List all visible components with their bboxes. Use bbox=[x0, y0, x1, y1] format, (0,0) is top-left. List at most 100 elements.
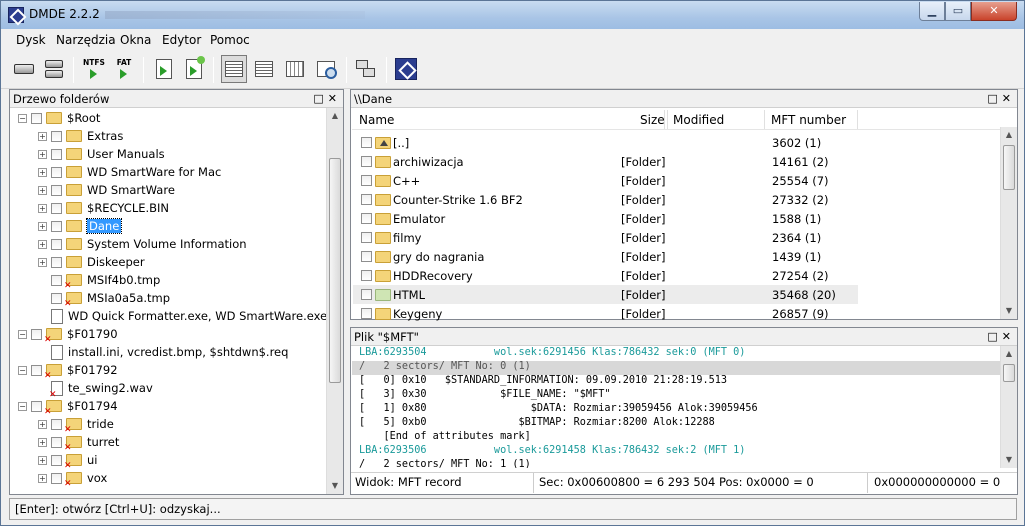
tree-item[interactable]: − $F01790 bbox=[18, 325, 118, 345]
ntfs-button[interactable]: NTFS bbox=[80, 55, 108, 83]
expand-icon[interactable]: + bbox=[38, 221, 47, 231]
list-item[interactable]: C++ [Folder] 25554 (7) bbox=[353, 171, 858, 190]
panel-controls[interactable]: □✕ bbox=[313, 92, 341, 105]
open-volume-button[interactable] bbox=[41, 55, 67, 83]
tree-item[interactable]: install.ini, vcredist.bmp, $shtdwn$.req bbox=[38, 343, 288, 361]
tree-item[interactable]: + WD SmartWare for Mac bbox=[38, 163, 221, 181]
tree-item[interactable]: + Diskeeper bbox=[38, 253, 145, 271]
copy-sectors-button[interactable] bbox=[353, 55, 379, 83]
close-button[interactable]: ✕ bbox=[971, 2, 1017, 21]
list-item[interactable]: Counter-Strike 1.6 BF2 [Folder] 27332 (2) bbox=[353, 190, 858, 209]
list-checkbox[interactable] bbox=[361, 308, 372, 319]
view-tree-button[interactable] bbox=[221, 55, 247, 83]
scroll-up-icon[interactable]: ▲ bbox=[1001, 127, 1017, 143]
tree-item[interactable]: + vox bbox=[38, 469, 107, 489]
open-file-button[interactable] bbox=[151, 55, 177, 83]
expand-icon[interactable]: + bbox=[38, 455, 47, 465]
view-list-button[interactable] bbox=[251, 55, 277, 83]
search-button[interactable] bbox=[313, 55, 339, 83]
scroll-up-icon[interactable]: ▲ bbox=[327, 108, 343, 124]
tree-checkbox[interactable] bbox=[31, 328, 42, 340]
expand-icon[interactable]: + bbox=[38, 185, 47, 195]
list-item[interactable]: [..] 3602 (1) bbox=[353, 133, 858, 152]
tree-item[interactable]: + ui bbox=[38, 451, 97, 471]
tree-item[interactable]: + Dane bbox=[38, 217, 123, 235]
collapse-icon[interactable]: − bbox=[18, 329, 27, 339]
tree-item[interactable]: te_swing2.wav bbox=[38, 379, 153, 400]
list-item[interactable]: archiwizacja [Folder] 14161 (2) bbox=[353, 152, 858, 171]
tree-checkbox[interactable] bbox=[31, 400, 42, 412]
collapse-icon[interactable]: − bbox=[18, 113, 27, 123]
tree-checkbox[interactable] bbox=[51, 184, 62, 196]
list-item[interactable]: Keygeny [Folder] 26857 (9) bbox=[353, 304, 858, 323]
tree-item[interactable]: MSIa0a5a.tmp bbox=[38, 289, 170, 309]
menu-pomoc[interactable]: Pomoc bbox=[210, 33, 250, 47]
tree-item[interactable]: + Extras bbox=[38, 127, 123, 145]
expand-icon[interactable]: + bbox=[38, 473, 47, 483]
tree-checkbox[interactable] bbox=[51, 472, 62, 484]
scroll-down-icon[interactable]: ▼ bbox=[1001, 303, 1017, 319]
scroll-up-icon[interactable]: ▲ bbox=[1001, 346, 1017, 362]
list-item[interactable]: Emulator [Folder] 1588 (1) bbox=[353, 209, 858, 228]
expand-icon[interactable]: + bbox=[38, 437, 47, 447]
minimize-button[interactable]: ▁ bbox=[919, 2, 945, 21]
expand-icon[interactable]: + bbox=[38, 419, 47, 429]
tree-checkbox[interactable] bbox=[51, 148, 62, 160]
tree-item[interactable]: + User Manuals bbox=[38, 145, 165, 163]
menu-okna[interactable]: Okna bbox=[120, 33, 151, 47]
list-checkbox[interactable] bbox=[361, 175, 372, 186]
list-checkbox[interactable] bbox=[361, 251, 372, 262]
list-checkbox[interactable] bbox=[361, 137, 372, 148]
list-checkbox[interactable] bbox=[361, 289, 372, 300]
tree-checkbox[interactable] bbox=[51, 436, 62, 448]
list-scroll-thumb[interactable] bbox=[1003, 145, 1015, 190]
tree-item[interactable]: + tride bbox=[38, 415, 114, 435]
list-checkbox[interactable] bbox=[361, 194, 372, 205]
tree-checkbox[interactable] bbox=[51, 292, 62, 304]
expand-icon[interactable]: + bbox=[38, 167, 47, 177]
mft-record-view[interactable]: LBA:6293504 wol.sek:6291456 Klas:786432 … bbox=[352, 347, 1000, 468]
list-checkbox[interactable] bbox=[361, 232, 372, 243]
tree-item[interactable]: − $Root bbox=[18, 109, 100, 127]
expand-icon[interactable]: + bbox=[38, 149, 47, 159]
tree-checkbox[interactable] bbox=[31, 364, 42, 376]
tree-item[interactable]: + turret bbox=[38, 433, 119, 453]
menu-narzedzia[interactable]: Narzędzia bbox=[56, 33, 116, 47]
expand-icon[interactable]: + bbox=[38, 203, 47, 213]
scroll-down-icon[interactable]: ▼ bbox=[327, 478, 343, 494]
fat-button[interactable]: FAT bbox=[111, 55, 137, 83]
list-item[interactable]: filmy [Folder] 2364 (1) bbox=[353, 228, 858, 247]
tree-checkbox[interactable] bbox=[51, 238, 62, 250]
expand-icon[interactable]: + bbox=[38, 131, 47, 141]
list-scrollbar[interactable]: ▲ ▼ bbox=[1000, 127, 1017, 319]
open-drive-button[interactable] bbox=[11, 55, 37, 83]
tree-checkbox[interactable] bbox=[31, 112, 42, 124]
tree-checkbox[interactable] bbox=[51, 274, 62, 286]
tree-scrollbar[interactable]: ▲ ▼ bbox=[326, 108, 343, 494]
tree-item[interactable]: + System Volume Information bbox=[38, 235, 247, 253]
list-checkbox[interactable] bbox=[361, 270, 372, 281]
col-name[interactable]: Name bbox=[359, 113, 394, 127]
panel-controls[interactable]: □✕ bbox=[987, 92, 1015, 105]
tree-item[interactable]: + WD SmartWare bbox=[38, 181, 175, 199]
tree-checkbox[interactable] bbox=[51, 202, 62, 214]
list-item[interactable]: HTML [Folder] 35468 (20) bbox=[353, 285, 858, 304]
tree-item[interactable]: WD Quick Formatter.exe, WD SmartWare.exe bbox=[38, 307, 326, 325]
tree-item[interactable]: − $F01794 bbox=[18, 397, 118, 417]
tree-checkbox[interactable] bbox=[51, 130, 62, 142]
tree-scroll-thumb[interactable] bbox=[329, 158, 341, 383]
record-scrollbar[interactable]: ▲ ▼ bbox=[1000, 346, 1017, 468]
scroll-down-icon[interactable]: ▼ bbox=[1001, 452, 1017, 468]
record-scroll-thumb[interactable] bbox=[1003, 364, 1015, 382]
collapse-icon[interactable]: − bbox=[18, 401, 27, 411]
tree-item[interactable]: − $F01792 bbox=[18, 361, 118, 381]
tree-item[interactable]: + $RECYCLE.BIN bbox=[38, 199, 169, 217]
list-item[interactable]: gry do nagrania [Folder] 1439 (1) bbox=[353, 247, 858, 266]
menu-edytor[interactable]: Edytor bbox=[162, 33, 201, 47]
tree-checkbox[interactable] bbox=[51, 256, 62, 268]
col-modified[interactable]: Modified bbox=[673, 113, 724, 127]
tree-checkbox[interactable] bbox=[51, 220, 62, 232]
expand-icon[interactable]: + bbox=[38, 239, 47, 249]
tree-checkbox[interactable] bbox=[51, 454, 62, 466]
view-hex-button[interactable] bbox=[282, 55, 308, 83]
